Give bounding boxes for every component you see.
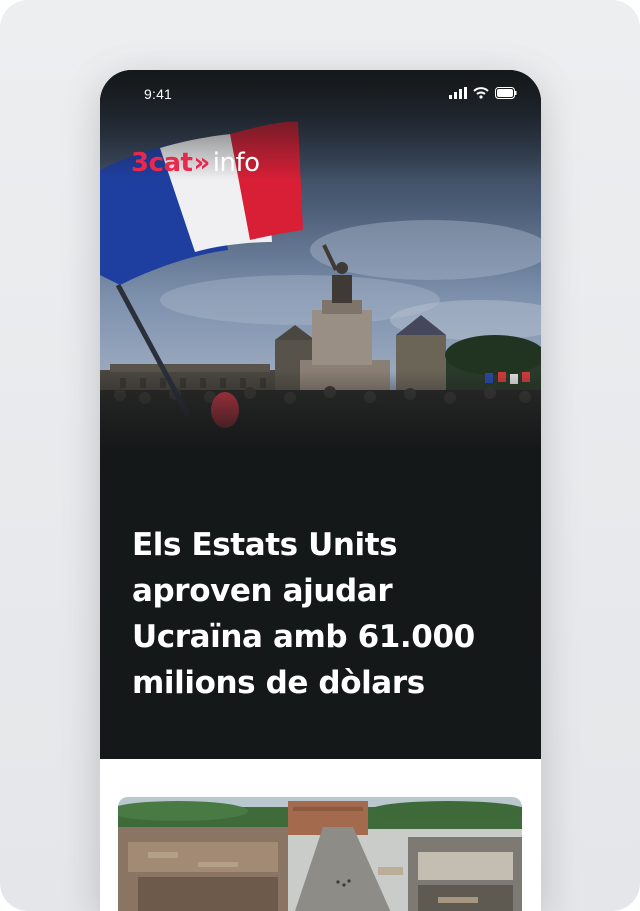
phone-screen: 9:41 3cat » info Els Estats Units aprove… [100, 70, 541, 911]
wifi-icon [473, 87, 489, 99]
signal-icon [449, 87, 467, 99]
tornado-damage-photo [118, 797, 522, 911]
status-icons [449, 86, 517, 100]
article-headline[interactable]: Els Estats Units aproven ajudar Ucraïna … [132, 522, 512, 706]
device-mockup-background: 9:41 3cat » info Els Estats Units aprove… [0, 0, 640, 911]
logo-chevron-icon: » [193, 148, 210, 178]
status-bar: 9:41 [100, 70, 541, 116]
3cat-info-logo[interactable]: 3cat » info [131, 148, 260, 178]
next-article-image[interactable] [118, 797, 522, 911]
status-time: 9:41 [144, 86, 173, 102]
content-feed [100, 759, 541, 911]
battery-icon [495, 87, 517, 99]
hero-image[interactable] [100, 70, 541, 450]
logo-prefix: 3cat [131, 148, 193, 178]
hero-photo-illustration [100, 70, 541, 450]
logo-suffix: info [212, 148, 260, 178]
